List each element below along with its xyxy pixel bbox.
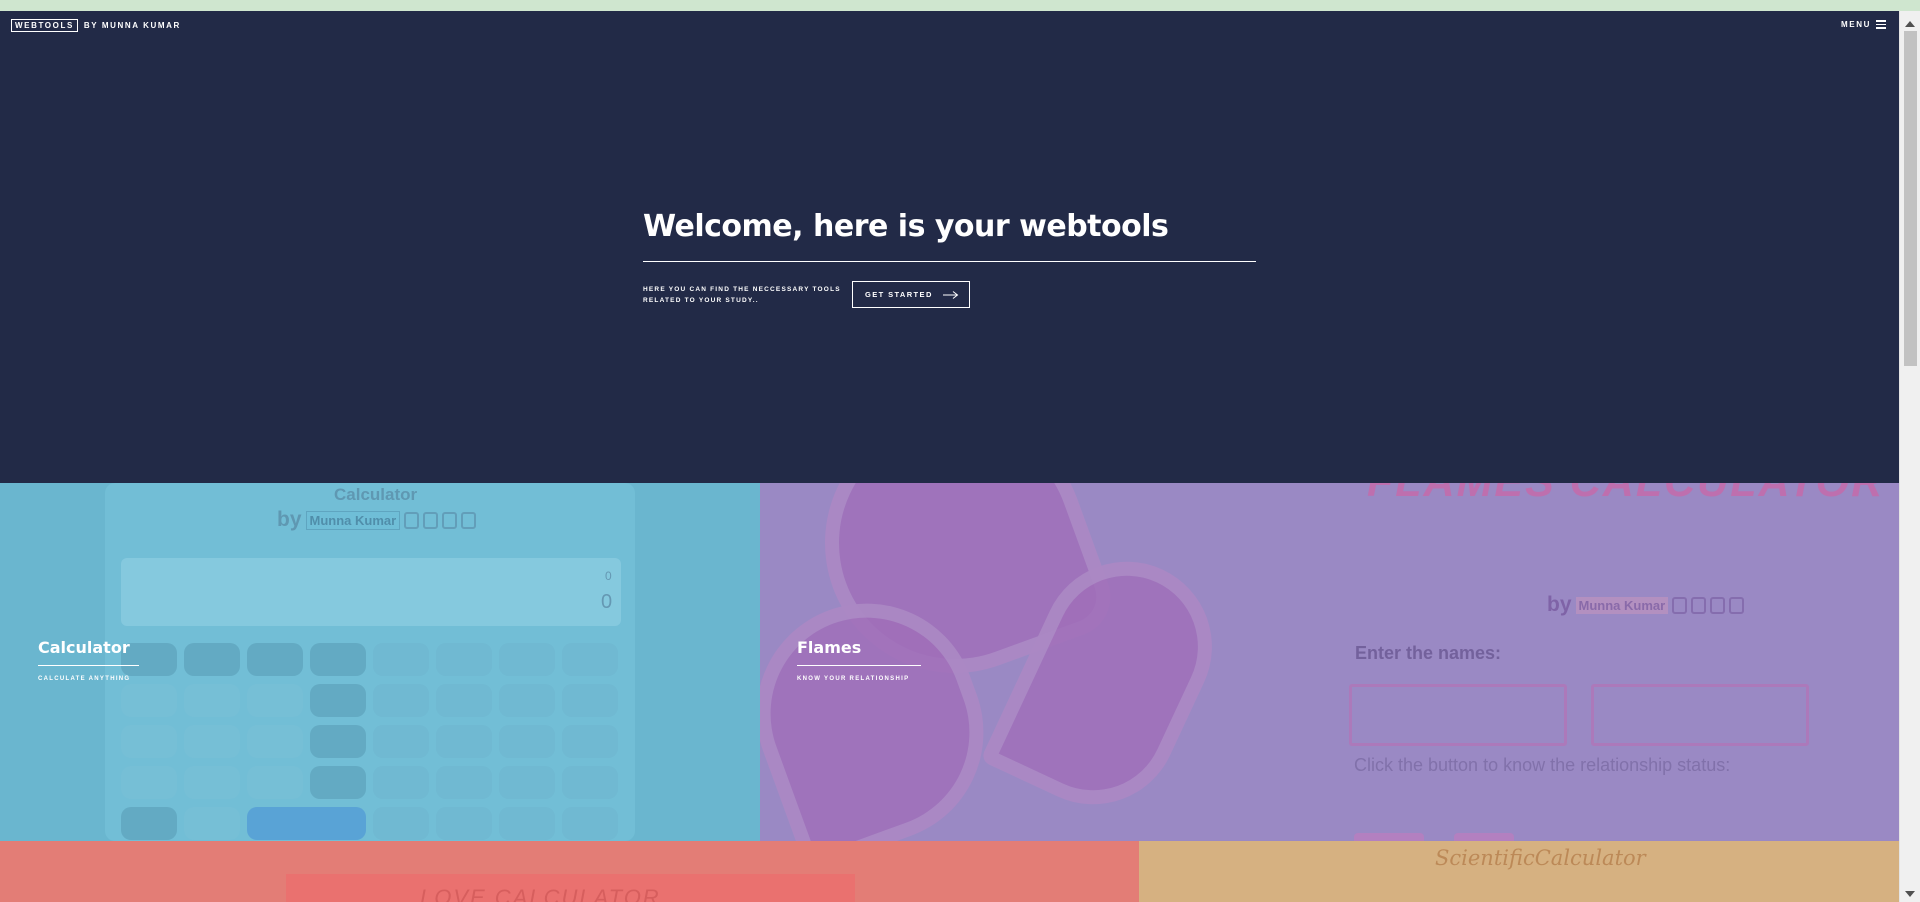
get-started-label: GET STARTED — [865, 290, 933, 299]
love-preview-title: LOVE CALCULATOR — [420, 885, 661, 902]
calculator-preview-key — [436, 807, 492, 840]
calculator-preview-display-main: 0 — [601, 591, 613, 613]
flames-preview-name-input — [1349, 684, 1567, 746]
calculator-preview-key — [562, 807, 618, 840]
flames-preview-byline: by Munna Kumar — [1547, 593, 1745, 617]
scientific-calculator-card[interactable]: ScientificCalculator — [1139, 841, 1899, 902]
calculator-card-label: Calculator CALCULATE ANYTHING — [38, 638, 139, 682]
calculator-preview-display-top: 0 — [605, 569, 612, 583]
flames-card-subtitle: KNOW YOUR RELATIONSHIP — [797, 676, 910, 682]
calculator-preview-key — [247, 643, 303, 676]
calculator-preview-key — [310, 725, 366, 758]
calculator-preview-key — [562, 684, 618, 717]
calculator-preview-equals-key — [247, 807, 366, 840]
hero-section: Welcome, here is your webtools HERE YOU … — [0, 11, 1899, 483]
calculator-preview-key — [499, 684, 555, 717]
facebook-icon — [1672, 596, 1688, 614]
calculator-card-divider — [38, 665, 139, 666]
calculator-preview-key — [247, 684, 303, 717]
calculator-preview-key — [499, 807, 555, 840]
calculator-preview-by: by — [277, 508, 302, 531]
flames-preview-button — [1454, 833, 1514, 841]
calculator-preview-key — [310, 766, 366, 799]
linkedin-icon — [423, 511, 439, 529]
calculator-preview-key — [184, 684, 240, 717]
facebook-icon — [404, 511, 420, 529]
calculator-preview-key — [184, 643, 240, 676]
calculator-preview-key — [373, 643, 429, 676]
scroll-down-arrow-icon[interactable] — [1905, 891, 1915, 897]
calculator-preview-key — [310, 684, 366, 717]
hero-row: HERE YOU CAN FIND THE NECCESSARY TOOLS R… — [643, 281, 1256, 308]
calculator-preview-key — [499, 643, 555, 676]
flames-preview-hint: Click the button to know the relationshi… — [1354, 755, 1731, 775]
calculator-preview-key — [184, 766, 240, 799]
scientific-preview-title: ScientificCalculator — [1435, 846, 1646, 870]
calculator-preview-author: Munna Kumar — [305, 510, 401, 530]
calculator-card-subtitle: CALCULATE ANYTHING — [38, 676, 131, 682]
logo-box: WEBTOOLS — [11, 19, 78, 32]
flames-card[interactable]: FLAMES CALCULATOR by Munna Kumar Enter t… — [760, 483, 1899, 841]
calculator-preview-key — [562, 643, 618, 676]
hero-content: Welcome, here is your webtools HERE YOU … — [643, 209, 1256, 308]
github-icon — [1729, 596, 1745, 614]
calculator-preview-key — [436, 643, 492, 676]
instagram-icon — [1710, 596, 1726, 614]
menu-icon — [1876, 20, 1886, 29]
calculator-preview-key — [562, 725, 618, 758]
flames-card-divider — [797, 665, 921, 666]
calculator-preview-keypad — [121, 643, 621, 840]
calculator-preview-key — [121, 684, 177, 717]
calculator-preview-key — [247, 766, 303, 799]
calculator-preview-display — [121, 558, 621, 626]
calculator-preview-key — [184, 725, 240, 758]
calculator-preview-key — [499, 725, 555, 758]
instagram-icon — [442, 511, 458, 529]
top-strip — [0, 0, 1920, 11]
hero-divider — [643, 261, 1256, 262]
calculator-preview-key — [436, 766, 492, 799]
calculator-card-title: Calculator — [38, 638, 130, 657]
site-logo[interactable]: WEBTOOLS BY MUNNA KUMAR — [11, 19, 181, 32]
calculator-preview-key — [562, 766, 618, 799]
calculator-preview-title: Calculator — [334, 485, 418, 504]
calculator-card[interactable]: Calculator by Munna Kumar 0 0 Calculator… — [0, 483, 760, 841]
linkedin-icon — [1691, 596, 1707, 614]
flames-card-title: Flames — [797, 638, 862, 657]
calculator-preview-key — [247, 725, 303, 758]
calculator-preview-key — [121, 766, 177, 799]
flames-preview-name-input — [1591, 684, 1809, 746]
get-started-button[interactable]: GET STARTED — [852, 281, 970, 308]
flames-preview-label: Enter the names: — [1355, 643, 1502, 663]
flames-preview-button — [1354, 833, 1424, 841]
calculator-preview-key — [184, 807, 240, 840]
calculator-preview-key — [310, 643, 366, 676]
flames-card-label: Flames KNOW YOUR RELATIONSHIP — [797, 638, 921, 682]
scrollbar[interactable] — [1899, 11, 1920, 902]
love-calculator-card[interactable]: LOVE CALCULATOR — [0, 841, 1139, 902]
calculator-preview-key — [121, 807, 177, 840]
hero-subtitle: HERE YOU CAN FIND THE NECCESSARY TOOLS R… — [643, 286, 841, 304]
calculator-preview-key — [373, 807, 429, 840]
menu-button[interactable]: MENU — [1841, 20, 1886, 29]
flames-preview-author: Munna Kumar — [1575, 596, 1669, 614]
calculator-preview-byline: by Munna Kumar — [277, 508, 477, 532]
calculator-preview-key — [373, 684, 429, 717]
calculator-preview-key — [121, 725, 177, 758]
calculator-preview-key — [373, 725, 429, 758]
arrow-right-icon — [942, 290, 959, 299]
hero-title: Welcome, here is your webtools — [643, 209, 1169, 244]
scroll-up-arrow-icon[interactable] — [1905, 21, 1915, 27]
menu-label: MENU — [1841, 20, 1871, 29]
logo-byline: BY MUNNA KUMAR — [83, 21, 181, 30]
flames-preview-by: by — [1547, 593, 1572, 616]
flames-preview-title: FLAMES CALCULATOR — [1367, 483, 1884, 507]
scrollbar-thumb[interactable] — [1904, 31, 1917, 366]
calculator-preview-key — [436, 725, 492, 758]
calculator-preview-key — [436, 684, 492, 717]
calculator-preview-key — [373, 766, 429, 799]
github-icon — [461, 511, 477, 529]
calculator-preview-key — [499, 766, 555, 799]
site-header: WEBTOOLS BY MUNNA KUMAR MENU — [0, 11, 1899, 51]
